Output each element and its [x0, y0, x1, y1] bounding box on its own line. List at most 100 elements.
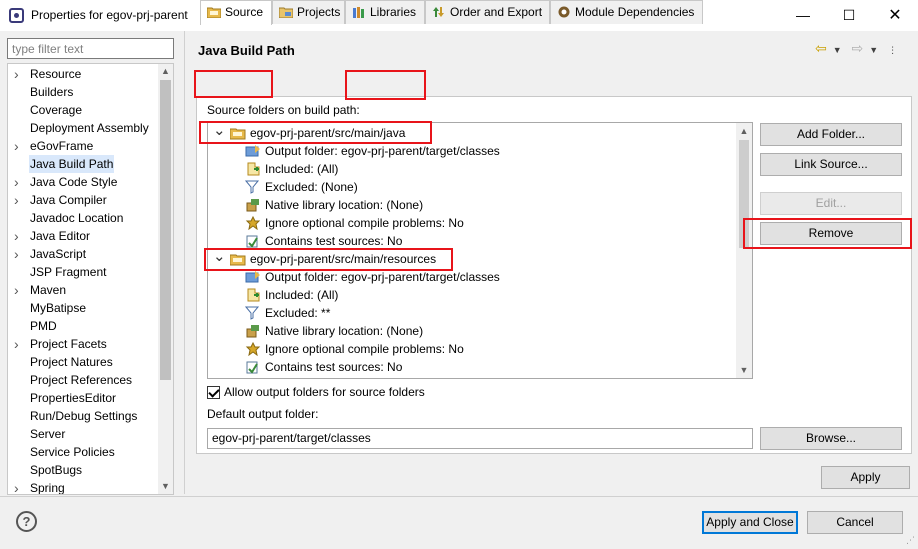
tree-item-label: JavaScript [30, 247, 87, 261]
expand-chevron-icon[interactable]: › [14, 65, 19, 83]
tree-item-label: SpotBugs [30, 463, 83, 477]
tree-item-label: Service Policies [30, 445, 115, 459]
allow-output-checkbox[interactable] [207, 386, 220, 399]
attribute-label: Excluded: (None) [265, 180, 358, 194]
source-folder-icon [207, 7, 221, 18]
add-folder-button[interactable]: Add Folder... [760, 123, 902, 146]
source-tree-scrollbar[interactable]: ▲ ▼ [736, 123, 752, 378]
attribute-icon [245, 144, 261, 158]
expand-chevron-icon[interactable]: › [14, 137, 19, 155]
attribute-icon [245, 360, 261, 374]
default-output-label: Default output folder: [207, 407, 319, 421]
attribute-label: Ignore optional compile problems: No [265, 342, 464, 356]
tree-item-label: Deployment Assembly [30, 121, 149, 135]
cancel-button[interactable]: Cancel [807, 511, 903, 534]
eclipse-app-icon [9, 8, 24, 23]
tab-order-and-export[interactable]: Order and Export [425, 0, 550, 24]
resize-grip-icon[interactable]: ⋰ [906, 535, 915, 546]
projects-folder-icon [279, 7, 293, 18]
footer-separator [0, 496, 918, 497]
tab-source[interactable]: Source [200, 0, 272, 25]
attribute-icon [244, 306, 261, 320]
minimize-button[interactable]: — [780, 0, 826, 31]
attribute-label: Native library location: (None) [265, 198, 424, 212]
tree-item-label: Project References [30, 373, 133, 387]
attribute-icon [245, 234, 261, 248]
default-output-field[interactable]: egov-prj-parent/target/classes [207, 428, 753, 449]
page-title: Java Build Path [198, 43, 295, 58]
attribute-icon [244, 180, 261, 194]
scroll-down-icon[interactable]: ▼ [736, 362, 752, 378]
expand-chevron-icon[interactable]: › [14, 245, 19, 263]
tree-item-label: Server [30, 427, 66, 441]
tree-item-label: Builders [30, 85, 74, 99]
link-source-button[interactable]: Link Source... [760, 153, 902, 176]
expand-chevron-icon[interactable]: › [14, 479, 19, 494]
forward-arrow-icon[interactable]: ⇨ [852, 40, 864, 56]
edit-button[interactable]: Edit... [760, 192, 902, 215]
order-export-icon [433, 7, 444, 17]
back-arrow-icon[interactable]: ⇦ [815, 40, 827, 56]
attribute-label: Native library location: (None) [265, 324, 424, 338]
tab-module-dependencies[interactable]: Module Dependencies [550, 0, 703, 24]
tree-item-label: Javadoc Location [30, 211, 124, 225]
attribute-icon [245, 288, 261, 302]
tree-item-label: Java Code Style [30, 175, 118, 189]
tree-scroll-thumb[interactable] [160, 80, 171, 380]
expand-chevron-icon[interactable]: › [14, 191, 19, 209]
maximize-button[interactable]: ☐ [826, 0, 872, 31]
expand-chevron-icon[interactable]: › [14, 335, 19, 353]
tab-libraries[interactable]: Libraries [345, 0, 425, 24]
back-dropdown-icon[interactable]: ▼ [833, 45, 842, 55]
sash-divider[interactable] [184, 31, 185, 494]
highlight-source-tab [194, 70, 273, 98]
apply-button[interactable]: Apply [821, 466, 910, 489]
view-menu-icon[interactable]: ⋮ [888, 45, 897, 55]
browse-button[interactable]: Browse... [760, 427, 902, 450]
attribute-label: Ignore optional compile problems: No [265, 216, 464, 230]
tree-item-label: Java Build Path [29, 155, 115, 173]
expand-chevron-icon[interactable]: › [14, 173, 19, 191]
tree-item-label: Project Natures [30, 355, 113, 369]
source-tree-scroll-thumb[interactable] [739, 140, 749, 248]
allow-output-label: Allow output folders for source folders [224, 385, 425, 399]
tab-libraries-label: Libraries [370, 5, 417, 19]
tree-item-label: PropertiesEditor [30, 391, 117, 405]
tree-item-label: Java Compiler [30, 193, 107, 207]
source-folders-tree[interactable]: ⌄ egov-prj-parent/src/main/java Output fol… [207, 122, 753, 379]
scroll-up-icon[interactable]: ▲ [736, 123, 752, 139]
tree-item-label: Project Facets [30, 337, 107, 351]
tree-item-label: Resource [30, 67, 82, 81]
close-button[interactable]: ✕ [872, 0, 918, 31]
expand-chevron-icon[interactable]: › [14, 227, 19, 245]
tab-module-dependencies-label: Module Dependencies [575, 5, 695, 19]
tree-item-label: MyBatipse [30, 301, 87, 315]
filter-input[interactable] [7, 38, 174, 59]
tree-item-label: Spring [30, 481, 65, 495]
tree-item-label: Java Editor [30, 229, 91, 243]
remove-button[interactable]: Remove [760, 222, 902, 245]
tree-item-label: eGovFrame [30, 139, 94, 153]
attribute-icon [245, 270, 261, 284]
scroll-up-icon[interactable]: ▲ [158, 64, 173, 79]
source-folder-path: egov-prj-parent/src/main/resources [250, 252, 437, 266]
forward-dropdown-icon[interactable]: ▼ [869, 45, 878, 55]
tab-projects[interactable]: Projects [272, 0, 345, 24]
attribute-label: Contains test sources: No [265, 360, 403, 374]
tree-item-label: Run/Debug Settings [30, 409, 138, 423]
property-page-tree: › Resource Builders Coverage Deployment Asse… [7, 63, 174, 495]
collapse-chevron-icon[interactable]: ⌄ [213, 249, 226, 264]
attribute-icon [245, 215, 261, 231]
expand-chevron-icon[interactable]: › [14, 281, 19, 299]
tree-scrollbar[interactable]: ▲ ▼ [158, 64, 173, 494]
history-nav: ⇦ ▼ ⇨ ▼ ⋮ [815, 40, 903, 57]
apply-and-close-button[interactable]: Apply and Close [702, 511, 798, 534]
source-folder-icon [229, 126, 246, 140]
help-icon[interactable]: ? [16, 511, 37, 532]
attribute-icon [245, 341, 261, 357]
scroll-down-icon[interactable]: ▼ [158, 479, 173, 494]
tree-item-label: PMD [30, 319, 57, 333]
collapse-chevron-icon[interactable]: ⌄ [213, 123, 226, 138]
attribute-label: Contains test sources: No [265, 234, 403, 248]
attribute-label: Excluded: ** [265, 306, 331, 320]
